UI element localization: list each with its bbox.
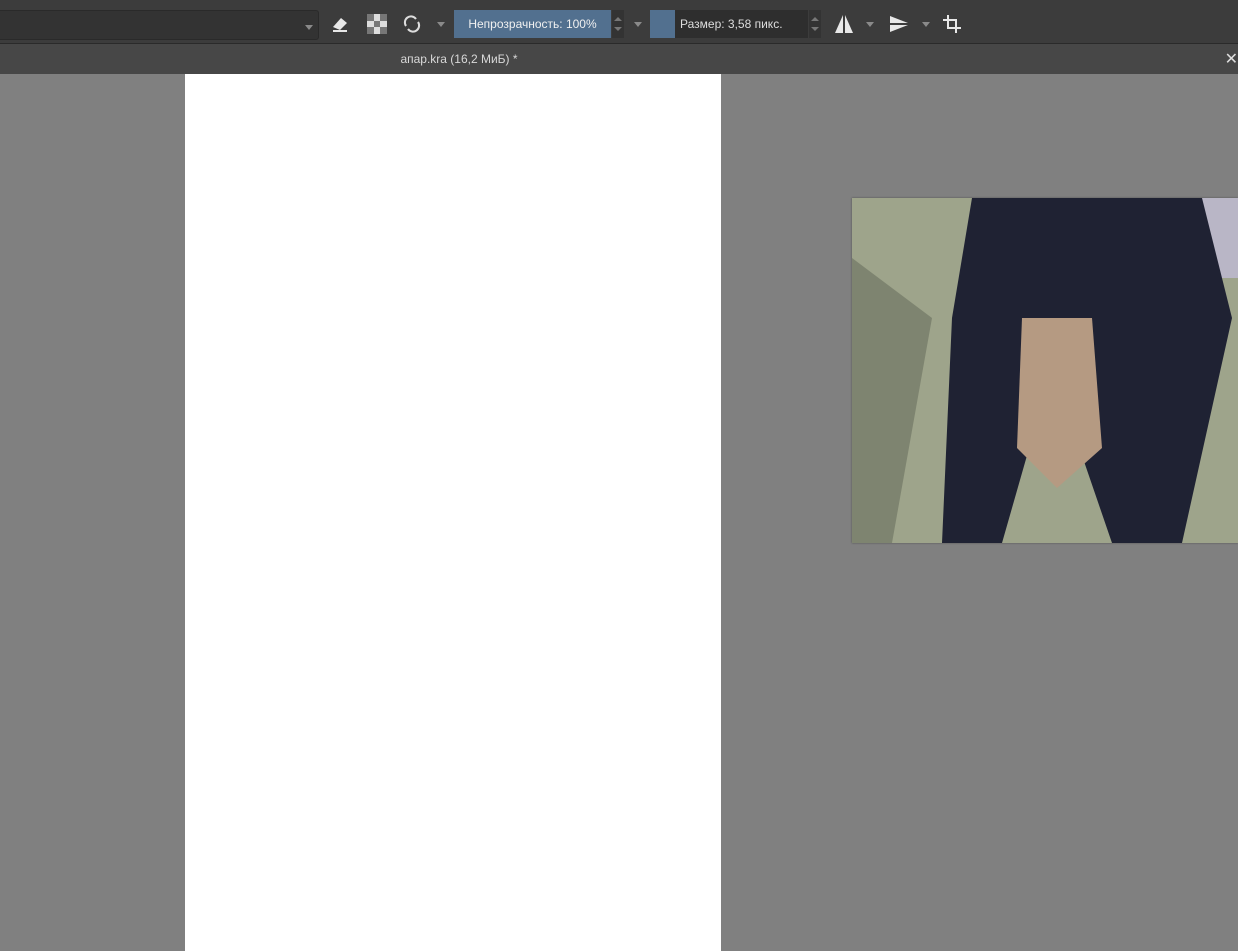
brush-preset-dropdown[interactable] xyxy=(0,10,319,40)
reload-preset-icon[interactable] xyxy=(400,12,424,36)
chevron-down-icon[interactable] xyxy=(305,25,313,30)
document-tab-bar: апар.kra (16,2 МиБ) * ✕ xyxy=(0,44,1238,74)
size-spinner[interactable] xyxy=(809,10,821,38)
eraser-icon[interactable] xyxy=(328,12,352,36)
chevron-down-icon[interactable] xyxy=(634,22,642,27)
crop-icon[interactable] xyxy=(940,12,964,36)
opacity-spinner[interactable] xyxy=(612,10,624,38)
document-tab[interactable]: апар.kra (16,2 МиБ) * xyxy=(0,52,918,66)
size-slider-fill xyxy=(650,10,675,38)
chevron-down-icon[interactable] xyxy=(437,22,445,27)
size-label: Размер: 3,58 пикс. xyxy=(680,17,783,31)
opacity-slider[interactable]: Непрозрачность: 100% xyxy=(454,10,611,38)
reference-image[interactable] xyxy=(852,198,1238,543)
mirror-vertical-icon[interactable] xyxy=(887,12,911,36)
canvas-page[interactable] xyxy=(185,74,721,951)
chevron-down-icon[interactable] xyxy=(922,22,930,27)
size-slider[interactable]: Размер: 3,58 пикс. xyxy=(650,10,808,38)
alpha-lock-icon[interactable] xyxy=(365,12,389,36)
chevron-down-icon[interactable] xyxy=(866,22,874,27)
tool-options-bar: Непрозрачность: 100% Размер: 3,58 пикс. xyxy=(0,6,1238,44)
close-icon[interactable]: ✕ xyxy=(1225,49,1238,69)
mirror-horizontal-icon[interactable] xyxy=(832,12,856,36)
canvas-area[interactable] xyxy=(0,74,1238,951)
